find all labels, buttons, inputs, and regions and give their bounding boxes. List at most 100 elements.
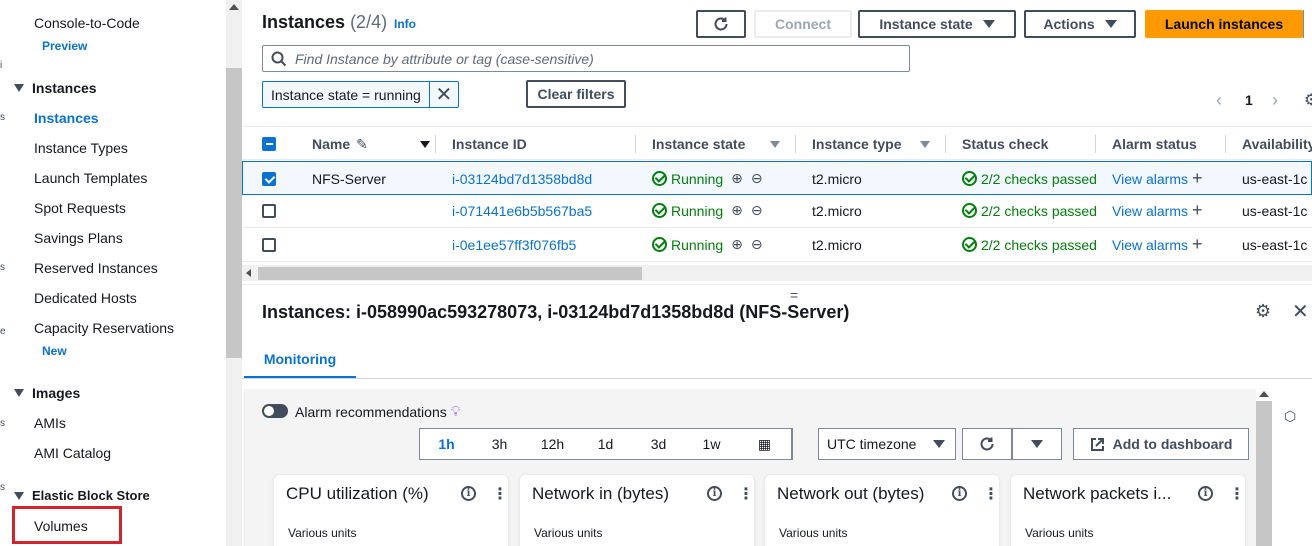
sidebar-item-savings-plans[interactable]: Savings Plans [34,230,123,246]
column-header-availability[interactable]: Availability [1242,127,1312,161]
drag-handle-icon[interactable]: = [790,287,798,303]
view-alarms-link[interactable]: View alarms [1112,237,1188,253]
sidebar-item-capacity-reservations[interactable]: Capacity Reservations [34,320,174,336]
zoom-out-icon[interactable]: ⊖ [751,202,763,219]
launch-dropdown-edge[interactable] [1303,10,1312,38]
column-header-instance-state[interactable]: Instance state [652,127,745,161]
monitoring-scrollbar-thumb[interactable] [1256,401,1272,546]
alarm-recommendations-toggle[interactable] [262,404,288,418]
instance-id-link[interactable]: i-071441e6b5b567ba5 [452,194,592,227]
remove-filter-icon[interactable]: ✕ [430,82,458,107]
time-range-1d[interactable]: 1d [579,429,632,459]
time-range-1w[interactable]: 1w [685,429,738,459]
scroll-left-arrow-icon[interactable] [246,269,251,277]
sidebar-item-launch-templates[interactable]: Launch Templates [34,170,147,186]
info-link[interactable]: Info [394,17,416,31]
lightbulb-icon[interactable]: 💡︎ [451,403,461,420]
sidebar-item-reserved-instances[interactable]: Reserved Instances [34,260,158,276]
sidebar-section-images[interactable]: Images [14,385,80,401]
row-checkbox[interactable] [262,237,276,252]
page-number[interactable]: 1 [1245,92,1253,108]
hexagon-icon[interactable]: ⬡ [1284,408,1296,425]
instance-state-button[interactable]: Instance state [858,10,1016,38]
sidebar-section-instances[interactable]: Instances [14,80,97,96]
add-alarm-icon[interactable]: + [1192,168,1203,189]
sidebar-item-console-to-code[interactable]: Console-to-Code [34,15,140,31]
add-alarm-icon[interactable]: + [1192,200,1203,221]
zoom-out-icon[interactable]: ⊖ [751,170,763,187]
view-alarms-link[interactable]: View alarms [1112,171,1188,187]
calendar-icon[interactable]: ▦ [738,429,792,459]
refresh-metrics-button[interactable] [962,428,1012,460]
more-options-icon[interactable]: ⋮ [983,484,999,504]
settings-icon[interactable]: ⚙ [1304,90,1312,110]
horizontal-scrollbar-thumb[interactable] [258,267,642,280]
sidebar-item-spot-requests[interactable]: Spot Requests [34,200,126,216]
close-icon[interactable]: ✕ [1292,299,1309,324]
timezone-select[interactable]: UTC timezone [818,428,956,460]
clear-filters-button[interactable]: Clear filters [526,80,626,108]
refresh-button[interactable] [696,10,746,38]
metric-units: Various units [779,526,848,540]
zoom-in-icon[interactable]: ⊕ [731,202,743,219]
time-range-1h[interactable]: 1h [420,429,473,459]
table-row[interactable]: NFS-Server i-03124bd7d1358bd8d Running ⊕… [242,161,1312,195]
gear-icon[interactable]: ⚙ [1255,301,1271,322]
time-range-3h[interactable]: 3h [473,429,526,459]
check-circle-icon [652,203,667,218]
sort-caret-icon[interactable] [770,141,780,148]
view-alarms-link[interactable]: View alarms [1112,203,1188,219]
refresh-interval-dropdown[interactable] [1012,428,1062,460]
search-input[interactable] [295,50,875,67]
time-range-12h[interactable]: 12h [526,429,579,459]
caret-down-icon [1104,20,1117,28]
sidebar-item-ami-catalog[interactable]: AMI Catalog [34,445,111,461]
instance-id-link[interactable]: i-0e1ee57ff3f076fb5 [452,228,576,261]
edit-pencil-icon[interactable]: ✎ [356,136,368,153]
row-checkbox[interactable] [262,203,276,218]
column-header-instance-type[interactable]: Instance type [812,127,901,161]
sort-caret-icon[interactable] [920,141,930,148]
search-box[interactable] [262,45,910,72]
more-options-icon[interactable]: ⋮ [492,484,508,504]
time-range-3d[interactable]: 3d [632,429,685,459]
zoom-in-icon[interactable]: ⊕ [731,236,743,253]
row-checkbox[interactable] [262,171,276,186]
instance-type: t2.micro [812,236,862,253]
connect-button[interactable]: Connect [754,10,852,38]
column-header-alarm-status[interactable]: Alarm status [1112,127,1197,161]
instance-id-link[interactable]: i-03124bd7d1358bd8d [452,162,592,195]
sidebar-item-amis[interactable]: AMIs [34,415,66,431]
zoom-out-icon[interactable]: ⊖ [751,236,763,253]
info-icon[interactable]: i [1198,486,1213,501]
add-alarm-icon[interactable]: + [1192,234,1203,255]
next-page-icon[interactable]: › [1272,90,1278,111]
sidebar-item-dedicated-hosts[interactable]: Dedicated Hosts [34,290,137,306]
info-icon[interactable]: i [461,486,476,501]
column-header-instance-id[interactable]: Instance ID [452,127,527,161]
more-options-icon[interactable]: ⋮ [738,484,754,504]
tab-monitoring[interactable]: Monitoring [244,341,356,379]
previous-page-icon[interactable]: ‹ [1216,90,1222,111]
add-to-dashboard-button[interactable]: Add to dashboard [1073,428,1249,460]
table-row[interactable]: i-071441e6b5b567ba5 Running ⊕ ⊖ t2.micro… [242,194,1312,228]
scroll-up-arrow-icon[interactable] [229,4,239,10]
launch-instances-button[interactable]: Launch instances [1145,10,1303,38]
info-icon[interactable]: i [707,486,722,501]
table-row[interactable]: i-0e1ee57ff3f076fb5 Running ⊕ ⊖ t2.micro… [242,228,1312,262]
column-header-status-check[interactable]: Status check [962,127,1048,161]
actions-button[interactable]: Actions [1024,10,1136,38]
sort-caret-icon[interactable] [420,141,430,148]
sidebar-item-instance-types[interactable]: Instance Types [34,140,128,156]
info-icon[interactable]: i [952,486,967,501]
column-header-name[interactable]: Name ✎ [312,127,368,161]
more-options-icon[interactable]: ⋮ [1229,484,1245,504]
table-horizontal-scrollbar[interactable] [242,265,1312,281]
sidebar-item-instances[interactable]: Instances [34,110,99,126]
scroll-up-arrow-icon[interactable] [1259,391,1269,397]
sidebar-scrollbar-thumb[interactable] [226,68,242,358]
metric-card-network-packets: Network packets i... i ⋮ Various units [1010,474,1246,546]
sidebar-section-elastic-block-store[interactable]: Elastic Block Store [14,488,150,503]
zoom-in-icon[interactable]: ⊕ [731,170,743,187]
select-all-checkbox[interactable] [262,127,276,161]
